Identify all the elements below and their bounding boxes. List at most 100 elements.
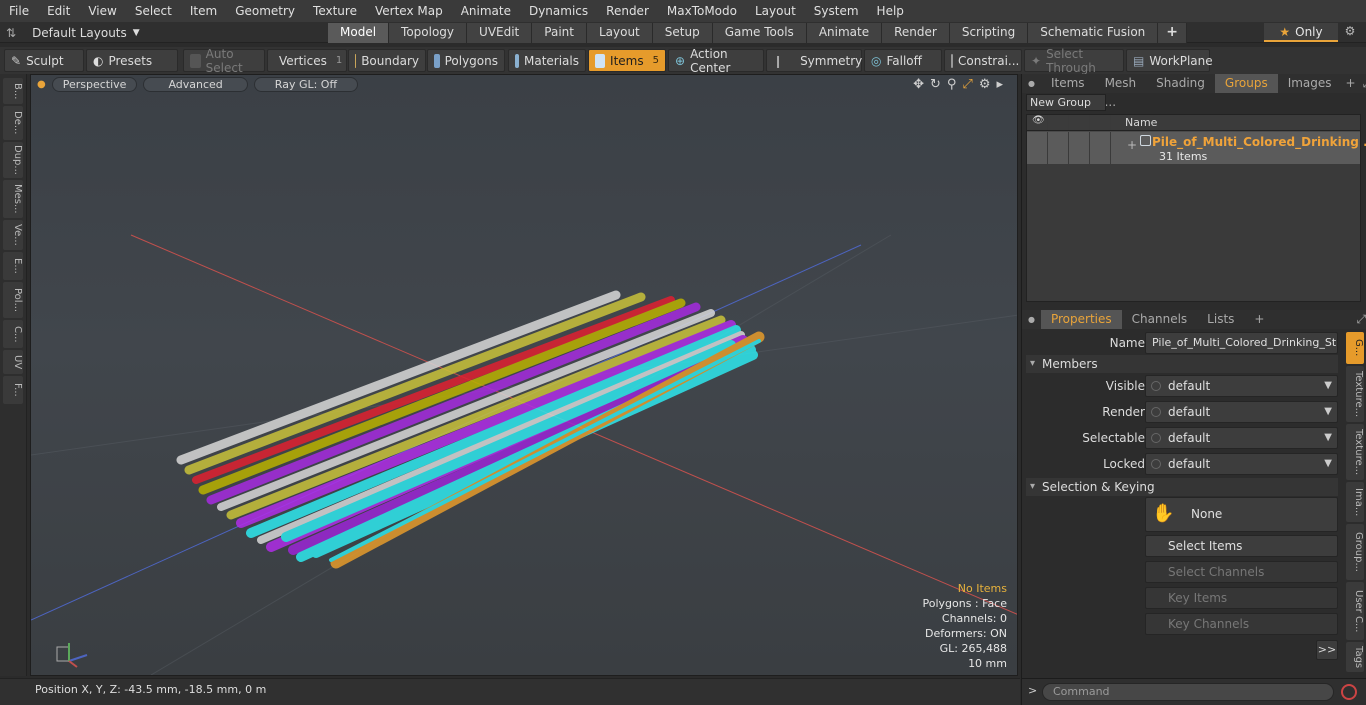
tab-game-tools[interactable]: Game Tools [712,23,807,43]
menu-maxtomodo[interactable]: MaxToModo [658,0,746,22]
select-channels-button[interactable]: Select Channels [1145,561,1338,583]
auto-select-button[interactable]: Auto Select [183,47,265,75]
vertices-button[interactable]: Vertices 1 [267,49,347,72]
group-row[interactable]: + Pile_of_Multi_Colored_Drinking ... 31 … [1027,132,1366,164]
gear-icon[interactable]: ⚙ [1340,24,1360,41]
tab-uvedit[interactable]: UVEdit [467,23,533,43]
layouts-dropdown[interactable]: ⇅ Default Layouts ▼ [6,22,140,43]
move-view-icon[interactable]: ✥ [913,77,924,92]
tab-topology[interactable]: Topology [389,23,468,43]
tab-images[interactable]: Images [1278,74,1342,93]
tab-setup[interactable]: Setup [652,23,713,43]
add-panel-tab[interactable]: + [1342,74,1360,93]
key-items-button[interactable]: Key Items [1145,587,1338,609]
vtab-texture-2[interactable]: Texture... [1346,424,1364,480]
menu-item[interactable]: Item [181,0,226,22]
select-through-button[interactable]: ✦ Select Through [1024,47,1124,75]
tab-render[interactable]: Render [882,23,950,43]
symmetry-button[interactable]: ❙ Symmetry [766,49,862,72]
left-tab-mesh-edit[interactable]: Mes... [3,180,23,218]
selection-keying-section[interactable]: Selection & Keying [1026,478,1338,496]
tab-schematic-fusion[interactable]: Schematic Fusion [1028,23,1159,43]
tab-layout[interactable]: Layout [586,23,653,43]
menu-animate[interactable]: Animate [452,0,520,22]
lock-col-icon[interactable] [1090,115,1111,130]
group-select-toggle[interactable] [1069,132,1090,164]
left-tab-basic[interactable]: B... [3,78,23,104]
left-tab-polygon[interactable]: Pol... [3,282,23,318]
visible-dropdown[interactable]: default ▼ [1145,375,1338,397]
rotate-view-icon[interactable]: ↻ [930,77,941,92]
vtab-texture-1[interactable]: Texture... [1346,366,1364,422]
render-dropdown[interactable]: default ▼ [1145,401,1338,423]
expand-icon[interactable]: ⤢ [1360,76,1366,91]
expand-group-icon[interactable]: + [1127,138,1137,152]
menu-view[interactable]: View [79,0,125,22]
fit-view-icon[interactable]: ⤢ [962,77,972,92]
props-menu-dot[interactable]: ● [1022,315,1041,324]
vtab-tags[interactable]: Tags [1346,642,1364,672]
left-tab-curve[interactable]: C... [3,320,23,348]
materials-button[interactable]: Materials [508,49,586,72]
menu-texture[interactable]: Texture [304,0,366,22]
props-expand-icon[interactable]: ⤢ [1356,312,1366,327]
menu-help[interactable]: Help [868,0,913,22]
left-tab-uv[interactable]: UV [3,350,23,374]
vtab-image[interactable]: Ima... [1346,482,1364,522]
viewport-menu-dot[interactable]: ● [37,79,46,90]
viewport-more-icon[interactable]: ▸ [996,77,1003,92]
add-props-tab[interactable]: + [1244,310,1274,329]
3d-viewport[interactable]: ● Perspective Advanced Ray GL: Off ✥ ↻ ⚲… [30,74,1018,676]
menu-vertex-map[interactable]: Vertex Map [366,0,452,22]
vtab-group-2[interactable]: Group... [1346,524,1364,580]
menu-system[interactable]: System [805,0,868,22]
tab-paint[interactable]: Paint [532,23,587,43]
sculpt-button[interactable]: ✎ Sculpt [4,49,84,72]
left-tab-duplicate[interactable]: Dup... [3,142,23,178]
new-group-button[interactable]: New Group [1026,94,1106,111]
items-button[interactable]: Items 5 [588,49,666,72]
tab-mesh[interactable]: Mesh ... [1095,74,1147,109]
name-field[interactable]: Pile_of_Multi_Colored_Drinking_Straw [1145,332,1338,354]
only-button[interactable]: ★ Only [1264,23,1338,42]
perspective-dropdown[interactable]: Perspective [51,77,138,92]
left-tab-fusion[interactable]: F... [3,376,23,404]
tab-groups[interactable]: Groups [1214,74,1278,93]
zoom-view-icon[interactable]: ⚲ [947,77,957,92]
presets-button[interactable]: ◐ Presets [86,49,178,72]
vtab-group[interactable]: G... [1346,332,1364,364]
menu-file[interactable]: File [0,0,38,22]
raygl-toggle[interactable]: Ray GL: Off [253,77,359,92]
visibility-col-icon[interactable]: 👁 [1027,115,1048,130]
left-tab-vertex[interactable]: Ve... [3,220,23,250]
menu-render[interactable]: Render [597,0,658,22]
panel-menu-dot[interactable]: ● [1022,79,1041,88]
menu-geometry[interactable]: Geometry [226,0,304,22]
workplane-button[interactable]: ▤ WorkPlane [1126,49,1213,72]
render-col-icon[interactable] [1048,115,1069,130]
group-render-toggle[interactable] [1048,132,1069,164]
advanced-dropdown[interactable]: Advanced [143,77,248,92]
constraints-button[interactable]: Constrai... [944,49,1022,72]
record-icon[interactable] [1341,684,1357,700]
command-input[interactable]: Command [1042,683,1334,701]
none-button[interactable]: ✋ None [1145,497,1338,532]
key-channels-button[interactable]: Key Channels [1145,613,1338,635]
left-tab-edge[interactable]: E... [3,252,23,280]
select-col-icon[interactable] [1069,115,1090,130]
group-visibility-toggle[interactable] [1027,132,1048,164]
locked-dropdown[interactable]: default ▼ [1145,453,1338,475]
viewport-gear-icon[interactable]: ⚙ [979,77,991,92]
menu-select[interactable]: Select [126,0,181,22]
add-tab-button[interactable]: + [1158,23,1188,43]
tab-animate[interactable]: Animate [806,23,883,43]
tab-properties[interactable]: Properties [1040,310,1122,329]
tab-model[interactable]: Model [328,23,390,43]
tab-scripting[interactable]: Scripting [949,23,1029,43]
menu-edit[interactable]: Edit [38,0,79,22]
tab-items[interactable]: Items [1041,74,1095,93]
menu-dynamics[interactable]: Dynamics [520,0,597,22]
select-items-button[interactable]: Select Items [1145,535,1338,557]
more-button[interactable]: >> [1316,640,1338,660]
left-tab-deform[interactable]: De... [3,106,23,140]
